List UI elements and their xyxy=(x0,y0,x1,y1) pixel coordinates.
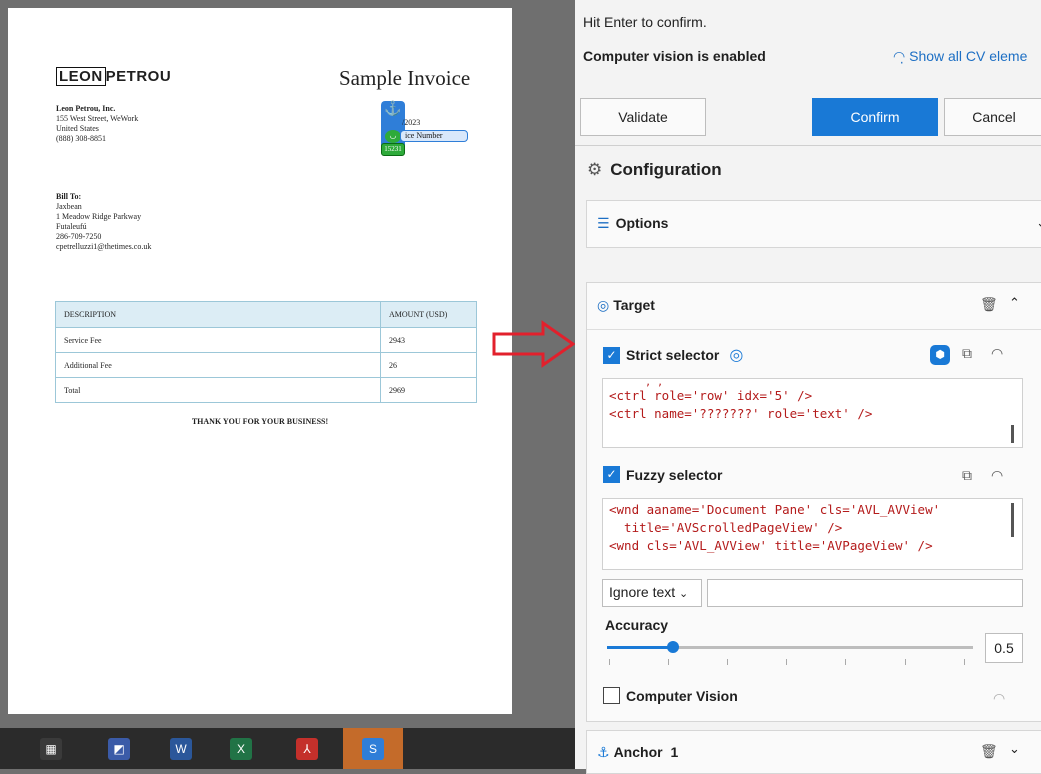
taskbar: ▦ ◩ W X ⅄ S xyxy=(0,728,575,769)
table-row: Total 2969 xyxy=(55,377,477,403)
table-cell: Additional Fee xyxy=(55,352,381,378)
automation-app-icon[interactable]: S xyxy=(362,738,384,760)
confirm-button[interactable]: Confirm xyxy=(812,98,938,136)
copy-icon[interactable]: ⧉ xyxy=(962,345,972,362)
invoice-date: /2023 xyxy=(402,118,421,127)
table-cell: 2969 xyxy=(380,377,477,403)
eye-icon[interactable]: ◠ xyxy=(993,690,1005,707)
app-icon[interactable]: ◩ xyxy=(108,738,130,760)
word-icon[interactable]: W xyxy=(170,738,192,760)
anchor-count: 1 xyxy=(670,744,679,760)
company-logo: LEON PETROU xyxy=(56,67,171,86)
computer-vision-row: Computer Vision xyxy=(603,687,738,704)
fuzzy-selector-code[interactable]: <wnd aaname='Document Pane' cls='AVL_AVV… xyxy=(602,498,1023,570)
chevron-down-icon[interactable]: ⌄ xyxy=(1036,215,1041,231)
table-header: AMOUNT (USD) xyxy=(380,301,477,328)
anchor-section[interactable]: ⚓ Anchor 1 🗑 ⌄ xyxy=(586,730,1041,774)
document-viewer: LEON PETROU Sample Invoice Leon Petrou, I… xyxy=(0,0,575,769)
slider-tick xyxy=(964,659,965,665)
invoice-number-highlight[interactable]: ice Number xyxy=(400,130,468,142)
gear-icon: ⚙ xyxy=(587,160,603,179)
calculator-icon[interactable]: ▦ xyxy=(40,738,62,760)
chevron-up-icon[interactable]: ⌃ xyxy=(1009,295,1020,311)
red-arrow-right-icon xyxy=(492,320,576,368)
table-cell: 2943 xyxy=(380,327,477,353)
strict-selector-row: ✓ Strict selector ◎ xyxy=(603,345,743,365)
cv-status: Computer vision is enabled xyxy=(583,48,766,64)
copy-icon[interactable]: ⧉ xyxy=(962,467,972,484)
target-icon[interactable]: ◎ xyxy=(729,345,743,365)
target-header: ◎ Target xyxy=(597,297,655,313)
slider-tick xyxy=(727,659,728,665)
fuzzy-selector-checkbox[interactable]: ✓ xyxy=(603,466,620,483)
scrollbar[interactable] xyxy=(1011,425,1014,443)
accuracy-slider[interactable] xyxy=(607,641,973,653)
strict-selector-checkbox[interactable]: ✓ xyxy=(603,346,620,364)
eye-icon: ◠̣ xyxy=(893,48,906,64)
slider-tick xyxy=(905,659,906,665)
eye-icon[interactable]: ◠ xyxy=(991,467,1003,484)
eye-icon[interactable]: ◠ xyxy=(991,345,1003,362)
validate-button[interactable]: Validate xyxy=(580,98,706,136)
trash-icon[interactable]: 🗑 xyxy=(980,743,998,760)
chevron-down-icon[interactable]: ⌄ xyxy=(1009,741,1020,757)
anchor-icon: ⚓ xyxy=(597,744,610,760)
confirm-hint: Hit Enter to confirm. xyxy=(583,14,707,30)
slider-thumb[interactable] xyxy=(666,641,679,653)
ignore-text-input[interactable] xyxy=(707,579,1023,607)
cancel-button[interactable]: Cancel xyxy=(944,98,1041,136)
cv-element-marker-icon[interactable]: ◡ xyxy=(385,130,401,143)
invoice-number-value-highlight[interactable]: 15231 xyxy=(381,143,405,156)
slider-tick xyxy=(786,659,787,665)
invoice-table: DESCRIPTION AMOUNT (USD) Service Fee 294… xyxy=(55,301,477,403)
table-cell: Service Fee xyxy=(55,327,381,353)
company-address: Leon Petrou, Inc. 155 West Street, WeWor… xyxy=(56,104,139,143)
configuration-header: ⚙ Configuration xyxy=(587,160,722,179)
thank-you-note: THANK YOU FOR YOUR BUSINESS! xyxy=(191,417,329,426)
selection-panel: Hit Enter to confirm. Computer vision is… xyxy=(575,0,1041,774)
invoice-page: LEON PETROU Sample Invoice Leon Petrou, I… xyxy=(8,8,512,714)
target-icon: ◎ xyxy=(597,297,610,313)
excel-icon[interactable]: X xyxy=(230,738,252,760)
table-row: Additional Fee 26 xyxy=(55,352,477,378)
table-cell: 26 xyxy=(380,352,477,378)
invoice-title: Sample Invoice xyxy=(339,66,471,90)
acrobat-icon[interactable]: ⅄ xyxy=(296,738,318,760)
trash-icon[interactable]: 🗑 xyxy=(980,296,998,313)
table-header: DESCRIPTION xyxy=(55,301,381,328)
slider-fill xyxy=(607,646,673,649)
accuracy-label: Accuracy xyxy=(605,617,669,633)
divider xyxy=(587,329,1041,330)
computer-vision-checkbox[interactable] xyxy=(603,687,620,704)
scrollbar[interactable] xyxy=(1011,503,1014,537)
options-section[interactable]: ☰Options ⌄ xyxy=(586,200,1041,248)
accuracy-value-input[interactable]: 0.5 xyxy=(985,633,1023,663)
sliders-icon: ☰ xyxy=(597,215,610,231)
table-cell: Total xyxy=(55,377,381,403)
strict-selector-code[interactable]: , , <ctrl role='row' idx='5' /> <ctrl na… xyxy=(602,378,1023,448)
bill-to: Bill To: Jaxbean 1 Meadow Ridge Parkway … xyxy=(56,192,152,251)
slider-tick xyxy=(668,659,669,665)
cv-selector-icon[interactable]: ⬢ xyxy=(930,345,950,365)
show-cv-elements-link[interactable]: ◠̣ Show all CV eleme xyxy=(893,48,1027,65)
table-row: Service Fee 2943 xyxy=(55,327,477,353)
chevron-down-icon: ⌄ xyxy=(679,588,689,600)
divider xyxy=(575,145,1041,146)
target-section: ◎ Target 🗑 ⌃ ✓ Strict selector ◎ ⬢ ⧉ ◠ , … xyxy=(586,282,1041,722)
table-header-row: DESCRIPTION AMOUNT (USD) xyxy=(55,301,477,328)
fuzzy-selector-row: ✓ Fuzzy selector xyxy=(603,466,722,483)
ignore-text-select[interactable]: Ignore text ⌄ xyxy=(602,579,702,607)
slider-tick xyxy=(845,659,846,665)
slider-tick xyxy=(609,659,610,665)
